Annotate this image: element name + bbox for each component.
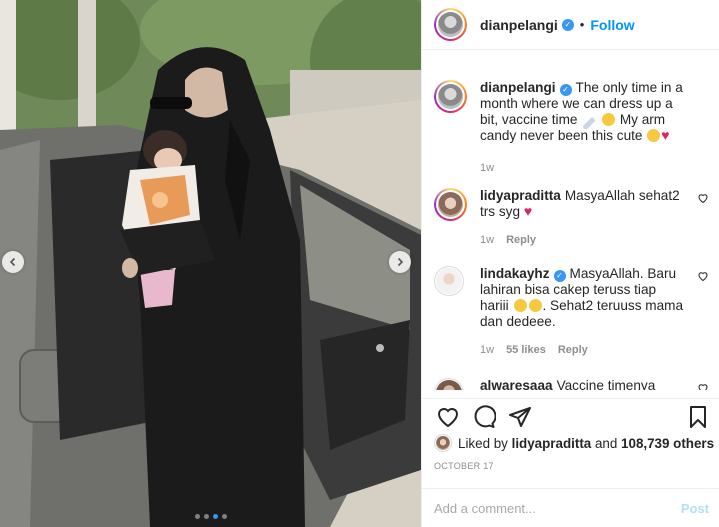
comment-bubble-icon[interactable] [472,405,496,429]
caption: dianpelangi ✓ The only time in a month whe… [434,80,709,174]
comment-input[interactable] [434,500,664,516]
comment-username[interactable]: lindakayhz [480,266,550,281]
instagram-post: dianpelangi ✓ • Follow dianpelangi ✓ The o… [0,0,719,527]
comment-body: Vaccine timenya [556,378,656,390]
author-username[interactable]: dianpelangi [480,17,558,33]
like-heart-icon[interactable] [436,405,460,429]
liker-username[interactable]: lidyapraditta [512,436,592,451]
red-heart-emoji-icon: ♥ [661,127,670,143]
comments-list[interactable]: dianpelangi ✓ The only time in a month whe… [422,60,719,390]
commenter-avatar[interactable] [434,378,464,390]
photo-scene [0,0,421,527]
carousel-dot [203,514,209,519]
weary-face-emoji-icon [528,299,542,312]
reply-button[interactable]: Reply [506,234,536,246]
post-photo[interactable] [0,0,421,527]
post-sidebar: dianpelangi ✓ • Follow dianpelangi ✓ The o… [421,0,719,527]
header-separator: • [579,17,585,32]
caption-text: dianpelangi ✓ The only time in a month whe… [480,80,686,144]
comment-username[interactable]: lidyapraditta [480,188,561,203]
next-photo-button[interactable] [389,251,411,273]
bookmark-icon[interactable] [686,405,710,429]
chevron-right-icon [397,257,404,267]
caption-meta: 1w [480,162,686,174]
caption-age[interactable]: 1w [480,162,494,174]
comment-item: lindakayhz ✓ MasyaAllah. Baru lahiran bisa… [434,266,709,356]
likes-count[interactable]: 108,739 others [621,436,714,451]
follow-button[interactable]: Follow [590,17,634,33]
paper-plane-icon[interactable] [508,405,532,429]
comment-username[interactable]: alwaresaaa [480,378,553,390]
comment-likes[interactable]: 55 likes [506,344,546,356]
add-comment-bar: Post [422,488,719,527]
author-avatar[interactable] [434,8,467,41]
comment-item: lidyapraditta MasyaAllah sehat2 trs syg ♥… [434,188,709,246]
caption-avatar[interactable] [434,80,467,113]
commenter-avatar[interactable] [434,266,464,296]
liked-by-label: Liked by [458,435,508,451]
liker-avatar[interactable] [434,434,452,452]
verified-badge-icon: ✓ [553,270,566,282]
action-bar [422,398,719,430]
chevron-left-icon [9,257,16,267]
likes-summary: Liked by lidyapraditta and 108,739 other… [434,434,714,452]
comment-body-part2: . Sehat2 teruuss mama dan dedeee. [480,298,684,329]
red-heart-emoji-icon: ♥ [523,203,533,219]
comment-age[interactable]: 1w [480,344,494,356]
verified-badge-icon: ✓ [559,84,572,96]
grinning-sweat-emoji-icon [602,113,616,126]
comment-text: lindakayhz ✓ MasyaAllah. Baru lahiran bisa… [480,266,686,330]
heart-icon[interactable] [697,382,709,390]
reply-button[interactable]: Reply [558,344,588,356]
post-comment-button[interactable]: Post [681,501,709,516]
verified-badge-icon: ✓ [561,18,574,31]
heart-icon[interactable] [697,270,709,282]
previous-photo-button[interactable] [2,251,24,273]
comment-age[interactable]: 1w [480,234,494,246]
post-date[interactable]: OCTOBER 17 [434,461,494,471]
comment-text: lidyapraditta MasyaAllah sehat2 trs syg ♥ [480,188,686,220]
carousel-indicator [0,514,421,519]
caption-username[interactable]: dianpelangi [480,80,556,95]
heart-eyes-emoji-icon [647,129,661,142]
comment-text: alwaresaaa Vaccine timenya [480,378,686,390]
carousel-dot [221,514,227,519]
comment-item: alwaresaaa Vaccine timenya [434,378,709,390]
commenter-avatar[interactable] [434,188,467,221]
likes-and: and [594,435,618,451]
carousel-dot [194,514,200,519]
comment-meta: 1w 55 likes Reply [480,344,686,356]
carousel-dot [212,514,218,519]
heart-icon[interactable] [697,192,709,204]
weary-face-emoji-icon [513,299,527,312]
post-header: dianpelangi ✓ • Follow [422,0,719,50]
comment-meta: 1w Reply [480,234,686,246]
